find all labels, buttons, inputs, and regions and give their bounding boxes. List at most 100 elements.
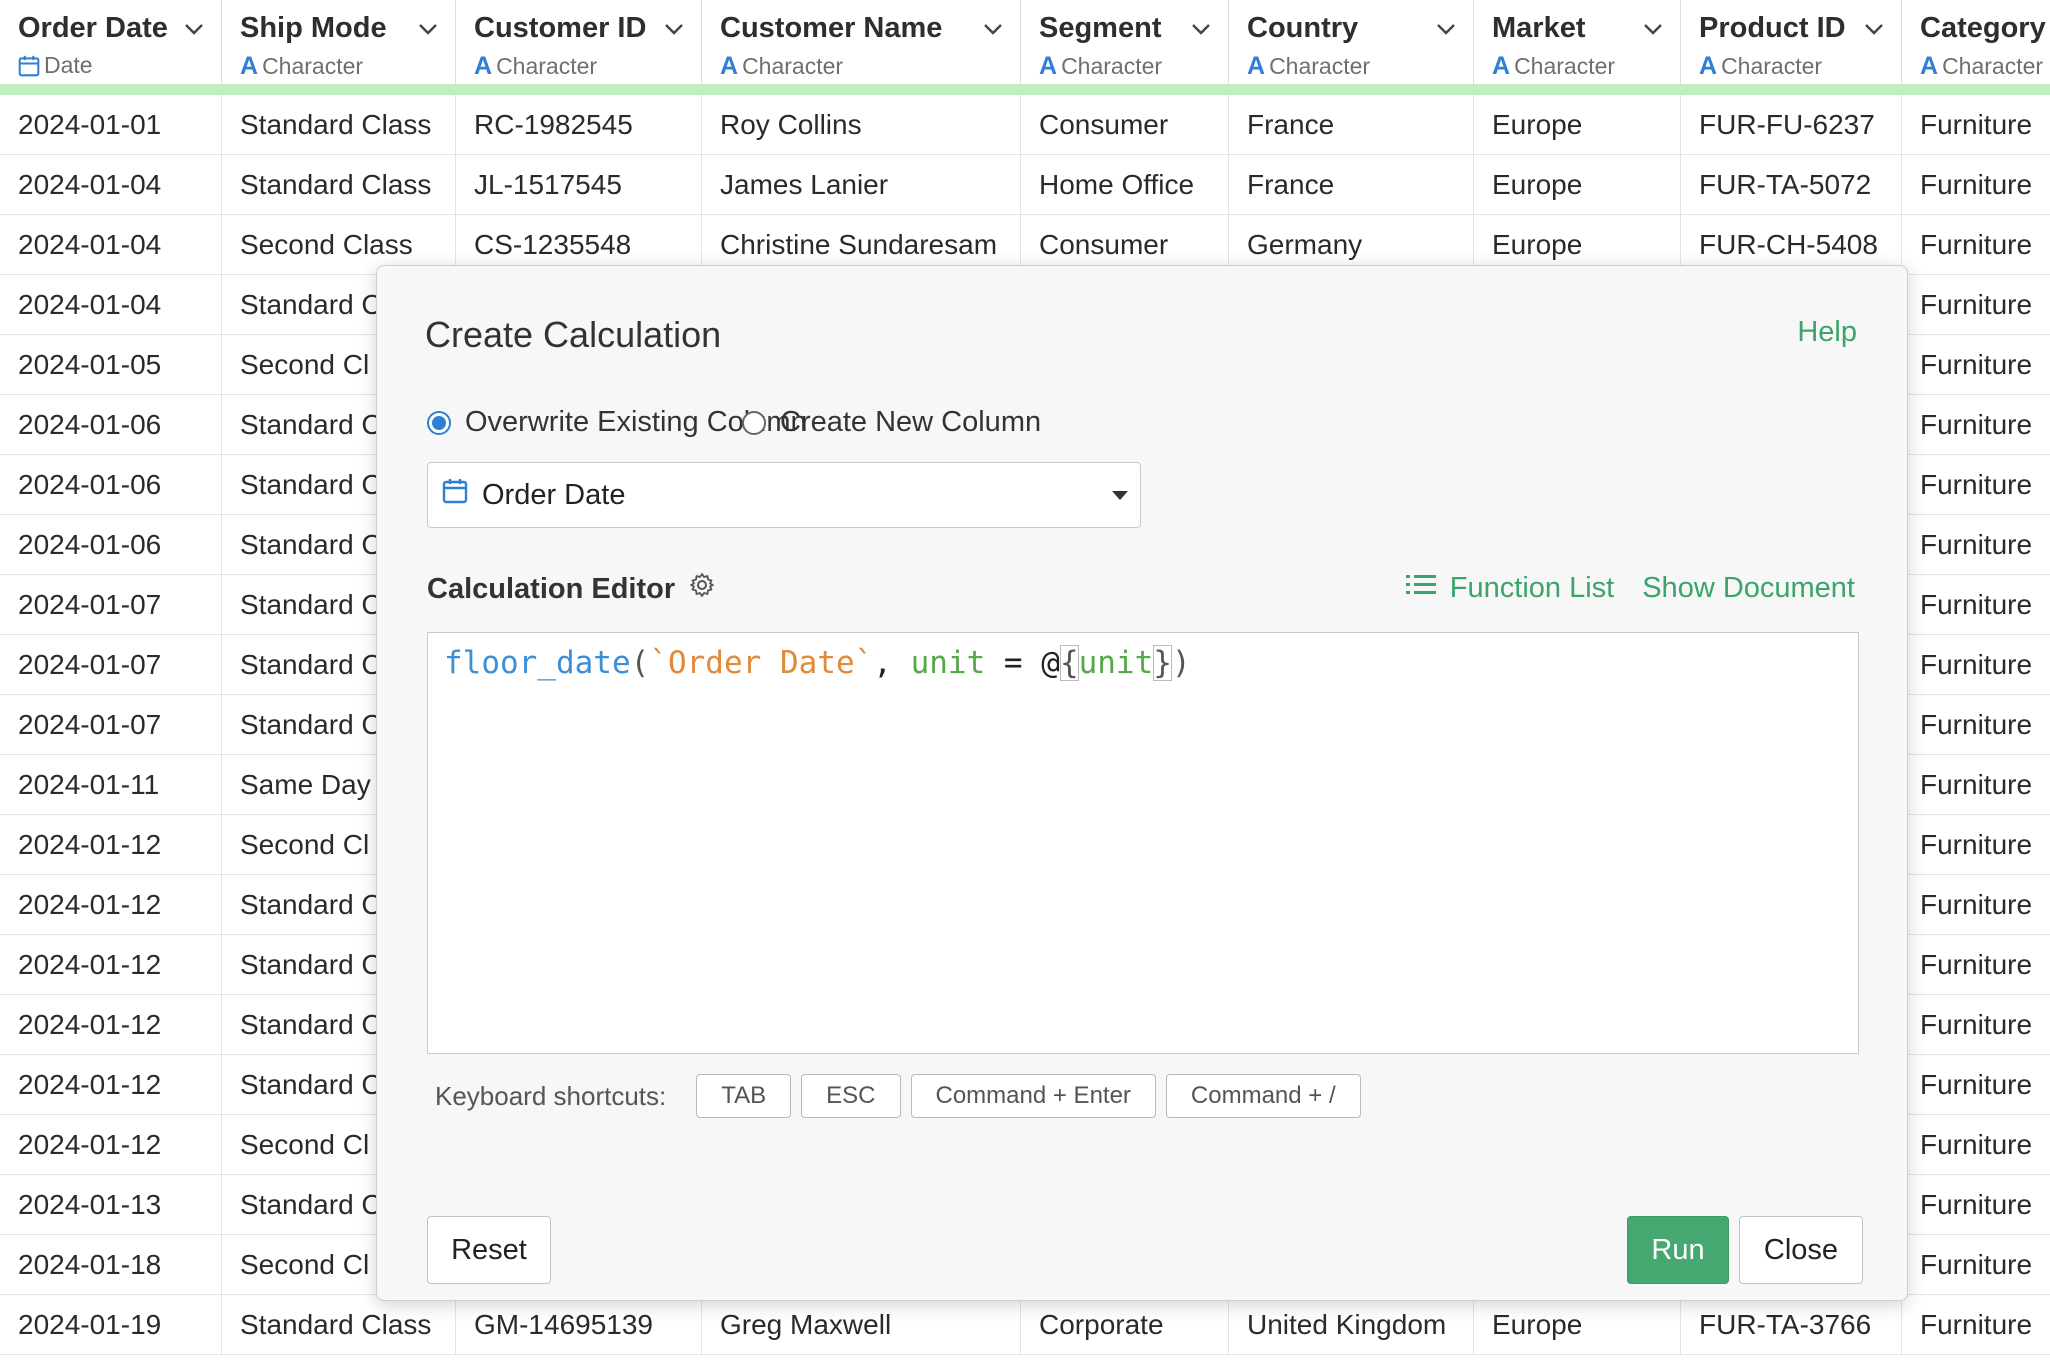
chevron-down-icon[interactable] bbox=[1435, 18, 1457, 40]
keyboard-shortcuts-label: Keyboard shortcuts: bbox=[435, 1080, 667, 1111]
table-cell[interactable]: Furniture bbox=[1902, 815, 2050, 875]
chevron-down-icon[interactable] bbox=[183, 18, 205, 40]
table-cell[interactable]: Europe bbox=[1474, 155, 1681, 215]
table-cell[interactable]: Standard Class bbox=[222, 95, 456, 155]
table-cell[interactable]: FUR-TA-5072 bbox=[1681, 155, 1902, 215]
table-cell[interactable]: 2024-01-05 bbox=[0, 335, 222, 395]
table-cell[interactable]: Furniture bbox=[1902, 1235, 2050, 1295]
table-cell[interactable]: Roy Collins bbox=[702, 95, 1021, 155]
column-header[interactable]: Customer Name A Character bbox=[702, 0, 1021, 84]
run-button[interactable]: Run bbox=[1627, 1216, 1729, 1284]
table-cell[interactable]: FUR-FU-6237 bbox=[1681, 95, 1902, 155]
column-select-dropdown[interactable]: Order Date bbox=[427, 462, 1141, 528]
column-header[interactable]: Country A Character bbox=[1229, 0, 1474, 84]
chevron-down-icon[interactable] bbox=[417, 18, 439, 40]
table-cell[interactable]: France bbox=[1229, 95, 1474, 155]
calculation-code-editor[interactable]: floor_date(`Order Date`, unit = @{unit}) bbox=[427, 632, 1859, 1054]
table-cell[interactable]: 2024-01-11 bbox=[0, 755, 222, 815]
table-cell[interactable]: 2024-01-12 bbox=[0, 935, 222, 995]
table-cell[interactable]: 2024-01-13 bbox=[0, 1175, 222, 1235]
table-cell[interactable]: 2024-01-04 bbox=[0, 155, 222, 215]
chevron-down-icon[interactable] bbox=[1863, 18, 1885, 40]
table-cell[interactable]: Furniture bbox=[1902, 755, 2050, 815]
table-cell[interactable]: Furniture bbox=[1902, 935, 2050, 995]
table-cell[interactable]: Furniture bbox=[1902, 575, 2050, 635]
table-cell[interactable]: 2024-01-12 bbox=[0, 875, 222, 935]
table-cell[interactable]: JL-1517545 bbox=[456, 155, 702, 215]
table-cell[interactable]: 2024-01-18 bbox=[0, 1235, 222, 1295]
gear-icon[interactable] bbox=[689, 572, 715, 606]
chevron-down-icon[interactable] bbox=[1642, 18, 1664, 40]
table-cell[interactable]: RC-1982545 bbox=[456, 95, 702, 155]
table-cell[interactable]: Home Office bbox=[1021, 155, 1229, 215]
table-cell[interactable]: Furniture bbox=[1902, 695, 2050, 755]
table-cell[interactable]: 2024-01-12 bbox=[0, 1115, 222, 1175]
table-cell[interactable]: FUR-TA-3766 bbox=[1681, 1295, 1902, 1355]
table-cell[interactable]: Furniture bbox=[1902, 875, 2050, 935]
table-cell[interactable]: Furniture bbox=[1902, 155, 2050, 215]
table-cell[interactable]: Europe bbox=[1474, 95, 1681, 155]
table-cell[interactable]: 2024-01-04 bbox=[0, 215, 222, 275]
radio-selected-icon[interactable] bbox=[427, 410, 451, 435]
table-cell[interactable]: Furniture bbox=[1902, 1115, 2050, 1175]
table-cell[interactable]: 2024-01-12 bbox=[0, 995, 222, 1055]
column-header[interactable]: Product ID A Character bbox=[1681, 0, 1902, 84]
table-cell[interactable]: 2024-01-06 bbox=[0, 455, 222, 515]
table-cell[interactable]: Standard Class bbox=[222, 1295, 456, 1355]
column-type: A Character bbox=[240, 52, 363, 81]
table-cell[interactable]: Consumer bbox=[1021, 95, 1229, 155]
table-cell[interactable]: Furniture bbox=[1902, 995, 2050, 1055]
table-cell[interactable]: Europe bbox=[1474, 1295, 1681, 1355]
reset-button[interactable]: Reset bbox=[427, 1216, 551, 1284]
table-cell[interactable]: 2024-01-01 bbox=[0, 95, 222, 155]
table-cell[interactable]: Greg Maxwell bbox=[702, 1295, 1021, 1355]
column-header-name: Ship Mode bbox=[240, 12, 387, 44]
column-header[interactable]: Customer ID A Character bbox=[456, 0, 702, 84]
column-header[interactable]: Segment A Character bbox=[1021, 0, 1229, 84]
table-cell[interactable]: GM-14695139 bbox=[456, 1295, 702, 1355]
table-cell[interactable]: 2024-01-04 bbox=[0, 275, 222, 335]
table-cell[interactable]: 2024-01-12 bbox=[0, 815, 222, 875]
column-type: A Character bbox=[1039, 52, 1162, 81]
table-cell[interactable]: Furniture bbox=[1902, 635, 2050, 695]
chevron-down-icon[interactable] bbox=[1190, 18, 1212, 40]
function-list-link[interactable]: Function List bbox=[1405, 572, 1614, 605]
radio-unselected-icon[interactable] bbox=[742, 410, 766, 435]
table-cell[interactable]: Furniture bbox=[1902, 1175, 2050, 1235]
table-cell[interactable]: Furniture bbox=[1902, 95, 2050, 155]
table-cell[interactable]: 2024-01-19 bbox=[0, 1295, 222, 1355]
table-cell[interactable]: Furniture bbox=[1902, 515, 2050, 575]
help-link[interactable]: Help bbox=[1797, 316, 1857, 349]
radio-create-new-column[interactable]: Create New Column bbox=[742, 406, 1041, 439]
column-header[interactable]: Market A Character bbox=[1474, 0, 1681, 84]
table-cell[interactable]: Furniture bbox=[1902, 455, 2050, 515]
column-header[interactable]: Order Date Date bbox=[0, 0, 222, 84]
table-cell[interactable]: 2024-01-07 bbox=[0, 635, 222, 695]
radio-new-label: Create New Column bbox=[780, 406, 1042, 438]
table-cell[interactable]: Corporate bbox=[1021, 1295, 1229, 1355]
table-cell[interactable]: France bbox=[1229, 155, 1474, 215]
table-cell[interactable]: 2024-01-07 bbox=[0, 575, 222, 635]
show-document-link[interactable]: Show Document bbox=[1642, 572, 1855, 605]
table-cell[interactable]: Furniture bbox=[1902, 1295, 2050, 1355]
table-cell[interactable]: 2024-01-06 bbox=[0, 515, 222, 575]
chevron-down-icon[interactable] bbox=[663, 18, 685, 40]
table-cell[interactable]: Furniture bbox=[1902, 275, 2050, 335]
column-header-row: Order Date Date Ship Mode A Character Custome… bbox=[0, 0, 2050, 85]
chevron-down-icon[interactable] bbox=[982, 18, 1004, 40]
table-cell[interactable]: Standard Class bbox=[222, 155, 456, 215]
table-cell[interactable]: Furniture bbox=[1902, 215, 2050, 275]
table-cell[interactable]: Furniture bbox=[1902, 335, 2050, 395]
close-button[interactable]: Close bbox=[1739, 1216, 1863, 1284]
table-cell[interactable]: James Lanier bbox=[702, 155, 1021, 215]
column-header[interactable]: Ship Mode A Character bbox=[222, 0, 456, 84]
column-header[interactable]: Category A Character bbox=[1902, 0, 2050, 84]
table-cell[interactable]: 2024-01-12 bbox=[0, 1055, 222, 1115]
column-header-name: Customer Name bbox=[720, 12, 943, 44]
shortcut-key: Command + / bbox=[1165, 1074, 1361, 1118]
table-cell[interactable]: Furniture bbox=[1902, 1055, 2050, 1115]
table-cell[interactable]: Furniture bbox=[1902, 395, 2050, 455]
table-cell[interactable]: 2024-01-07 bbox=[0, 695, 222, 755]
table-cell[interactable]: 2024-01-06 bbox=[0, 395, 222, 455]
table-cell[interactable]: United Kingdom bbox=[1229, 1295, 1474, 1355]
